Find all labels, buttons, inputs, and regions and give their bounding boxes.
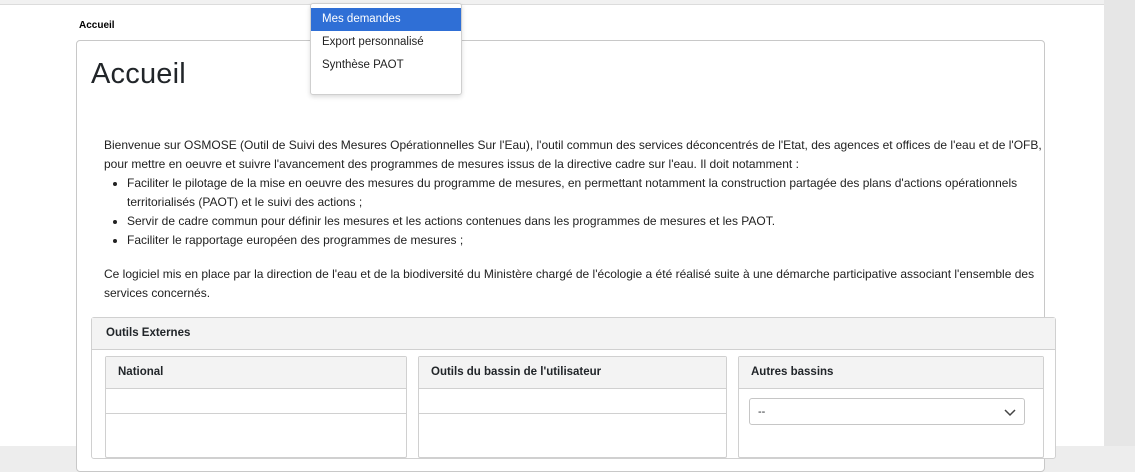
bassin-utilisateur-header: Outils du bassin de l'utilisateur (419, 357, 726, 389)
autres-bassins-header: Autres bassins (739, 357, 1043, 389)
page-gutter (1104, 0, 1135, 446)
top-navbar-edge (0, 0, 1104, 5)
intro-paragraph: Bienvenue sur OSMOSE (Outil de Suivi des… (104, 138, 1042, 171)
national-body (106, 389, 406, 414)
intro-list: Faciliter le pilotage de la mise en oeuv… (104, 174, 1044, 250)
dropdown-menu: Mes demandes Export personnalisé Synthès… (310, 3, 462, 95)
menu-item-mes-demandes[interactable]: Mes demandes (311, 8, 461, 31)
chevron-down-icon (1004, 399, 1016, 435)
page-title: Accueil (91, 58, 186, 90)
select-value: -- (758, 406, 766, 418)
outils-externes-panel: Outils Externes National Outils du bassi… (91, 317, 1056, 459)
national-header: National (106, 357, 406, 389)
menu-item-export-personnalise[interactable]: Export personnalisé (311, 31, 461, 54)
bassin-utilisateur-body (419, 389, 726, 414)
intro-paragraph-2: Ce logiciel mis en place par la directio… (104, 267, 1035, 300)
intro-text: Bienvenue sur OSMOSE (Outil de Suivi des… (104, 136, 1044, 303)
menu-item-synthese-paot[interactable]: Synthèse PAOT (311, 54, 461, 77)
outils-externes-header: Outils Externes (92, 318, 1055, 350)
list-item: Faciliter le pilotage de la mise en oeuv… (127, 174, 1044, 212)
bassin-utilisateur-card: Outils du bassin de l'utilisateur (418, 356, 727, 458)
national-card: National (105, 356, 407, 458)
list-item: Servir de cadre commun pour définir les … (127, 212, 1044, 231)
list-item: Faciliter le rapportage européen des pro… (127, 231, 1044, 250)
breadcrumb[interactable]: Accueil (79, 20, 115, 31)
autres-bassins-select[interactable]: -- (749, 398, 1025, 425)
autres-bassins-card: Autres bassins -- (738, 356, 1044, 458)
